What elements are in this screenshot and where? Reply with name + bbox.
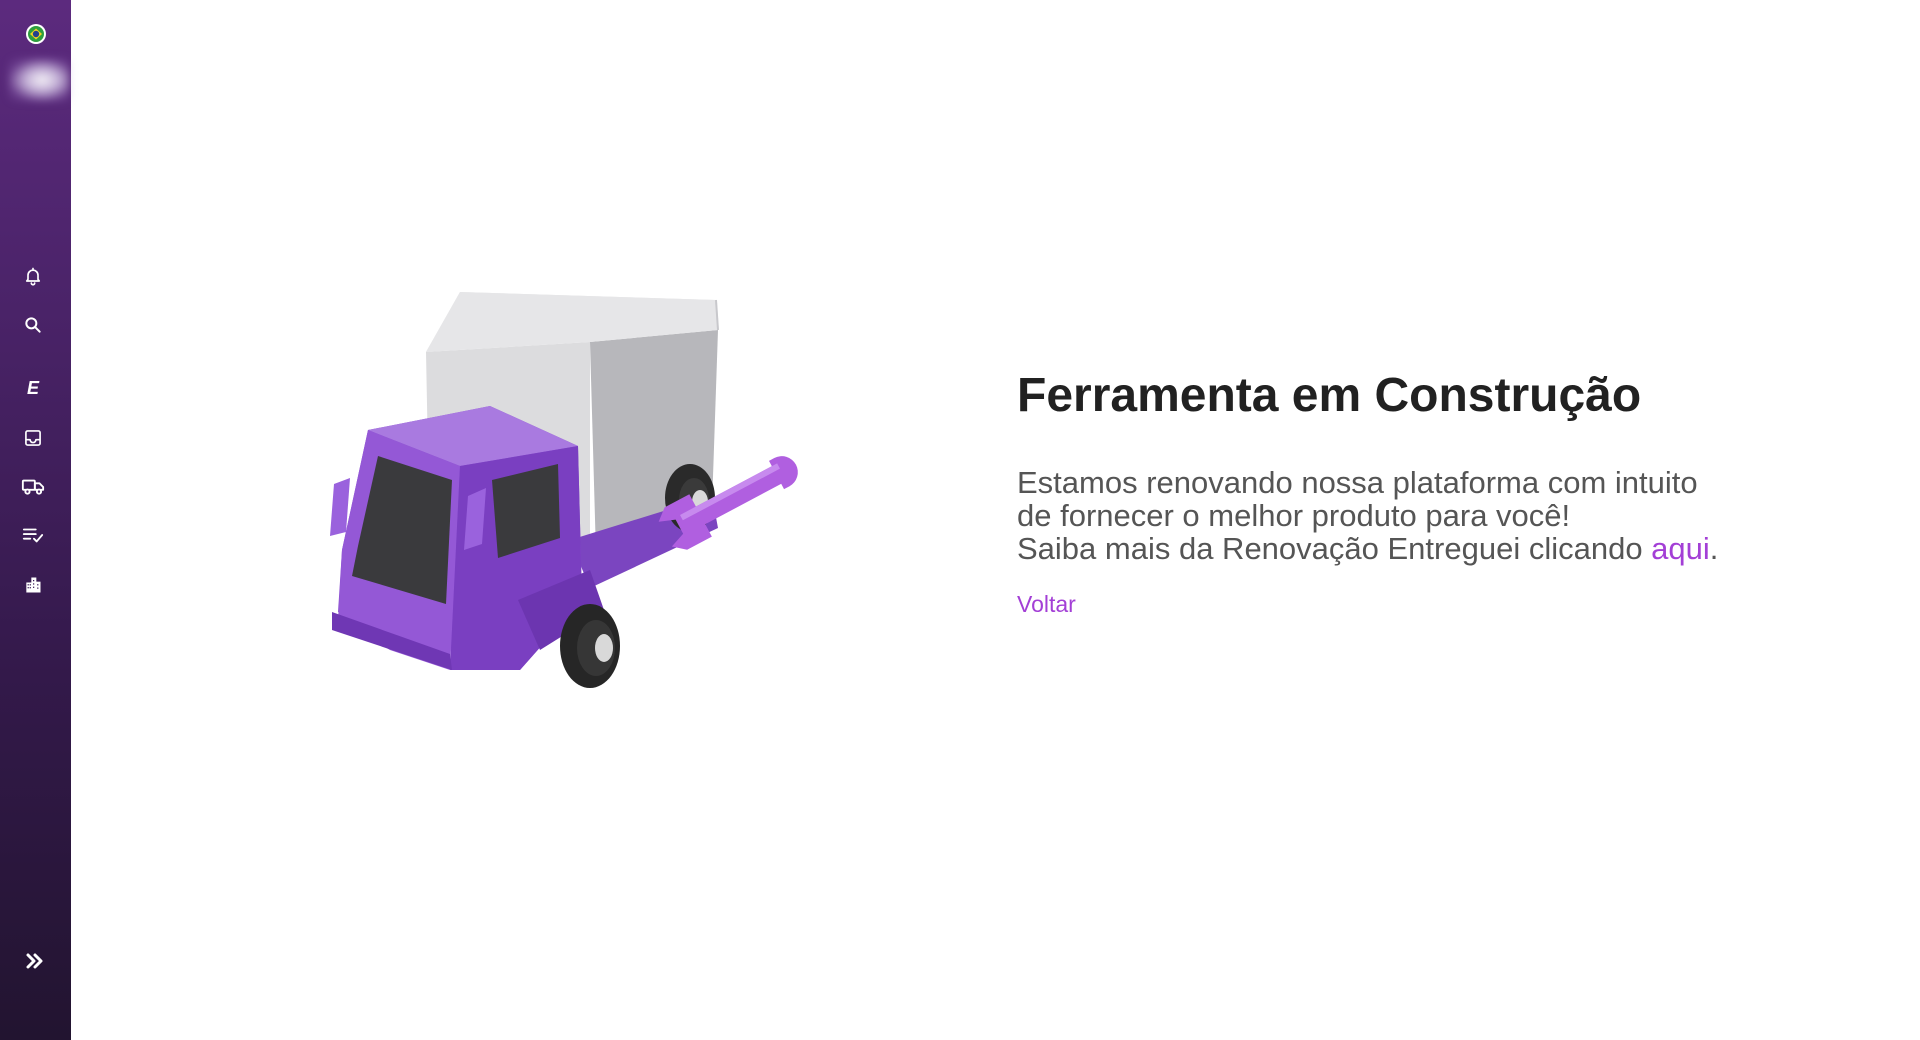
inbox-icon[interactable]: [20, 425, 46, 451]
description-line-1: Estamos renovando nossa plataforma com i…: [1017, 465, 1698, 500]
truck-under-repair-illustration: [320, 270, 860, 700]
description-line-3-prefix: Saiba mais da Renovação Entreguei clican…: [1017, 531, 1652, 566]
double-chevron-right-icon[interactable]: [22, 948, 48, 974]
learn-more-link[interactable]: aqui: [1651, 531, 1710, 566]
bell-icon[interactable]: [20, 263, 46, 289]
building-icon[interactable]: [20, 572, 46, 598]
checklist-icon[interactable]: [20, 522, 46, 548]
app-root: E Ferramenta em Construção Estamos renov…: [0, 0, 1920, 1040]
description-line-3: Saiba mais da Renovação Entreguei clican…: [1017, 532, 1797, 565]
page-title: Ferramenta em Construção: [1017, 369, 1642, 422]
e-letter-icon[interactable]: E: [20, 375, 46, 401]
search-icon[interactable]: [20, 312, 46, 338]
back-link[interactable]: Voltar: [1017, 591, 1076, 618]
brazil-flag-icon[interactable]: [26, 24, 46, 44]
sidebar: E: [0, 0, 71, 1040]
truck-icon[interactable]: [20, 474, 46, 500]
description-text: Estamos renovando nossa plataforma com i…: [1017, 466, 1797, 565]
description-suffix: .: [1709, 531, 1719, 566]
brand-logo[interactable]: [8, 58, 70, 102]
under-construction-message: Ferramenta em Construção Estamos renovan…: [1017, 366, 1797, 618]
e-letter-label: E: [26, 378, 39, 398]
description-line-2: de fornecer o melhor produto para você!: [1017, 498, 1571, 533]
